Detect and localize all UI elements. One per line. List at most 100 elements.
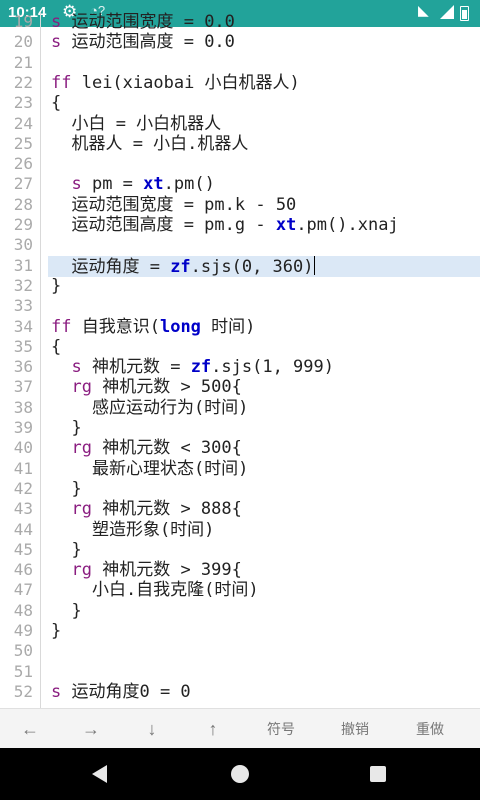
line-number: 46 bbox=[13, 560, 33, 579]
code-line[interactable]: 31 运动角度 = zf.sjs(0, 360) bbox=[0, 256, 480, 277]
text-cursor bbox=[313, 256, 315, 275]
home-icon[interactable] bbox=[231, 765, 249, 783]
code-token: 小白.自我克隆(时间) bbox=[51, 580, 259, 600]
line-number: 32 bbox=[13, 276, 33, 295]
code-text: s pm = xt.pm() bbox=[51, 174, 214, 194]
line-number: 26 bbox=[13, 154, 33, 173]
code-line[interactable]: 45 } bbox=[0, 540, 480, 560]
code-line[interactable]: 42 } bbox=[0, 479, 480, 499]
code-line[interactable]: 21 bbox=[0, 53, 480, 73]
code-token: 神机元数 > 500{ bbox=[91, 377, 242, 397]
code-text: s 运动范围宽度 = 0.0 bbox=[51, 12, 235, 32]
code-text: { bbox=[51, 337, 61, 357]
line-number: 40 bbox=[13, 438, 33, 457]
keyword-token: s bbox=[71, 357, 82, 377]
code-line[interactable]: 39 } bbox=[0, 418, 480, 438]
line-number: 42 bbox=[13, 479, 33, 498]
code-line[interactable]: 44 塑造形象(时间) bbox=[0, 520, 480, 540]
code-line[interactable]: 27 s pm = xt.pm() bbox=[0, 174, 480, 194]
code-line[interactable]: 38 感应运动行为(时间) bbox=[0, 398, 480, 418]
code-line[interactable]: 24 小白 = 小白机器人 bbox=[0, 114, 480, 134]
code-line[interactable]: 40 rg 神机元数 < 300{ bbox=[0, 438, 480, 458]
code-token: 运动范围宽度 = 0.0 bbox=[61, 12, 235, 32]
code-text: rg 神机元数 > 500{ bbox=[51, 377, 242, 397]
cursor-left-button[interactable]: ← bbox=[0, 709, 60, 749]
line-number: 37 bbox=[13, 377, 33, 396]
code-token: 神机元数 > 888{ bbox=[91, 499, 242, 519]
code-line[interactable]: 47 小白.自我克隆(时间) bbox=[0, 580, 480, 600]
code-text: 小白.自我克隆(时间) bbox=[51, 580, 259, 600]
code-token: 神机元数 > 399{ bbox=[91, 560, 242, 580]
undo-button[interactable]: 撤销 bbox=[325, 709, 385, 749]
keyword-token: rg bbox=[71, 499, 92, 519]
code-token: { bbox=[51, 93, 62, 113]
code-text: 运动角度 = zf.sjs(0, 360) bbox=[51, 256, 315, 277]
redo-button[interactable]: 重做 bbox=[400, 709, 460, 749]
back-icon[interactable] bbox=[92, 765, 107, 783]
code-line[interactable]: 25 机器人 = 小白.机器人 bbox=[0, 134, 480, 154]
code-text: ff lei(xiaobai 小白机器人) bbox=[51, 73, 300, 93]
code-token: 运动角度 = bbox=[51, 257, 171, 277]
line-number: 27 bbox=[13, 174, 33, 193]
code-line[interactable]: 19 s 运动范围宽度 = 0.0 bbox=[0, 12, 480, 32]
code-text: } bbox=[51, 479, 82, 499]
code-line[interactable]: 43 rg 神机元数 > 888{ bbox=[0, 499, 480, 519]
line-number: 38 bbox=[13, 398, 33, 417]
code-line[interactable]: 50 bbox=[0, 641, 480, 661]
code-line[interactable]: 30 bbox=[0, 235, 480, 255]
cursor-right-button[interactable]: → bbox=[61, 709, 121, 749]
function-token: zf bbox=[170, 257, 191, 277]
code-line[interactable]: 32} bbox=[0, 276, 480, 296]
code-token: 机器人 = 小白.机器人 bbox=[51, 134, 249, 154]
code-text: rg 神机元数 > 888{ bbox=[51, 499, 242, 519]
code-token: 时间) bbox=[200, 317, 256, 337]
code-editor[interactable]: 19 s 运动范围宽度 = 0.0 20 s 运动范围高度 = 0.0 21 22 ff l… bbox=[0, 12, 480, 708]
code-text: } bbox=[51, 601, 81, 621]
code-line[interactable]: 48 } bbox=[0, 601, 480, 621]
code-token: } bbox=[51, 479, 82, 499]
code-line[interactable]: 33 bbox=[0, 296, 480, 316]
keyword-token: s bbox=[51, 682, 62, 702]
code-line[interactable]: 23 { bbox=[0, 93, 480, 113]
code-line[interactable]: 41 最新心理状态(时间) bbox=[0, 459, 480, 479]
symbols-button[interactable]: 符号 bbox=[251, 709, 311, 749]
function-token: long bbox=[159, 317, 201, 337]
line-number: 23 bbox=[13, 93, 33, 112]
code-token: } bbox=[51, 276, 62, 296]
line-number: 19 bbox=[13, 12, 33, 31]
line-number: 50 bbox=[13, 641, 33, 660]
line-number: 39 bbox=[13, 418, 33, 437]
code-token: 神机元数 < 300{ bbox=[91, 438, 242, 458]
cursor-down-button[interactable]: ↓ bbox=[122, 709, 182, 749]
code-line[interactable]: 36 s 神机元数 = zf.sjs(1, 999) bbox=[0, 357, 480, 377]
code-line[interactable]: 29 运动范围高度 = pm.g - xt.pm().xnaj bbox=[0, 215, 480, 235]
code-token: { bbox=[51, 337, 62, 357]
line-number: 44 bbox=[13, 520, 33, 539]
line-number: 35 bbox=[13, 337, 33, 356]
keyword-token: ff bbox=[51, 317, 72, 337]
code-line[interactable]: 49} bbox=[0, 621, 480, 641]
code-line[interactable]: 46 rg 神机元数 > 399{ bbox=[0, 560, 480, 580]
code-line[interactable]: 51 bbox=[0, 662, 480, 682]
keyword-token: ff bbox=[51, 73, 72, 93]
cursor-up-button[interactable]: ↑ bbox=[183, 709, 243, 749]
code-line[interactable]: 35 { bbox=[0, 337, 480, 357]
code-line[interactable]: 52 s 运动角度0 = 0 bbox=[0, 682, 480, 702]
code-line[interactable]: 28 运动范围宽度 = pm.k - 50 bbox=[0, 195, 480, 215]
code-text: 最新心理状态(时间) bbox=[51, 459, 248, 479]
recent-apps-icon[interactable] bbox=[370, 766, 386, 782]
code-line[interactable]: 22 ff lei(xiaobai 小白机器人) bbox=[0, 73, 480, 93]
code-token: .sjs(1, 999) bbox=[211, 357, 334, 377]
code-token: 运动范围宽度 = pm.k - 50 bbox=[51, 195, 297, 215]
code-line[interactable]: 20 s 运动范围高度 = 0.0 bbox=[0, 32, 480, 52]
code-token: pm = bbox=[81, 174, 144, 194]
code-line[interactable]: 37 rg 神机元数 > 500{ bbox=[0, 377, 480, 397]
code-line[interactable]: 34 ff 自我意识(long 时间) bbox=[0, 317, 480, 337]
code-token: 运动范围高度 = pm.g - bbox=[51, 215, 276, 235]
code-line[interactable]: 26 bbox=[0, 154, 480, 174]
code-text: } bbox=[51, 276, 61, 296]
code-text: 感应运动行为(时间) bbox=[51, 398, 248, 418]
code-token: 运动角度0 = 0 bbox=[61, 682, 191, 702]
function-token: xt bbox=[275, 215, 297, 235]
